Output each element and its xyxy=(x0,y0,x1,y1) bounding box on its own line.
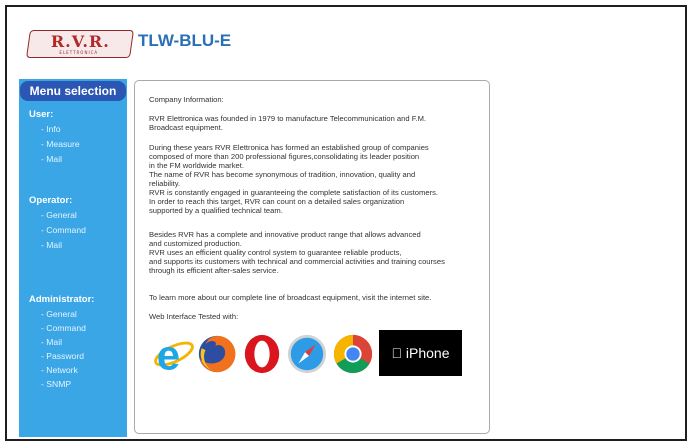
menu-item-operator-command[interactable]: - Command xyxy=(41,225,86,235)
rvr-logo: R.V.R. ELETTRONICA xyxy=(26,30,134,58)
menu-item-operator-mail[interactable]: - Mail xyxy=(41,240,62,250)
menu-item-user-info[interactable]: - Info xyxy=(41,124,61,134)
sidebar-menu: Menu selection User: - Info - Measure - … xyxy=(19,79,127,437)
paragraph-learn-more: To learn more about our complete line of… xyxy=(149,293,432,302)
apple-icon:  xyxy=(392,345,403,361)
chrome-icon xyxy=(333,334,373,374)
iphone-label: iPhone xyxy=(398,345,450,361)
logo-subtext: ELETTRONICA xyxy=(59,50,99,55)
iphone-badge:  iPhone xyxy=(379,330,462,376)
menu-item-user-measure[interactable]: - Measure xyxy=(41,139,80,149)
menu-item-admin-general[interactable]: - General xyxy=(41,309,77,319)
page-header: R.V.R. ELETTRONICA TLW-BLU-E xyxy=(24,28,324,64)
page-title: TLW-BLU-E xyxy=(138,31,232,50)
menu-item-admin-password[interactable]: - Password xyxy=(41,351,84,361)
section-administrator: Administrator: xyxy=(29,294,95,305)
logo-text: R.V.R. xyxy=(50,32,110,51)
menu-title: Menu selection xyxy=(20,81,126,101)
menu-item-operator-general[interactable]: - General xyxy=(41,210,77,220)
menu-item-admin-command[interactable]: - Command xyxy=(41,323,86,333)
svg-text:e: e xyxy=(157,333,180,375)
menu-item-admin-snmp[interactable]: - SNMP xyxy=(41,379,71,389)
paragraph-founded: RVR Elettronica was founded in 1979 to m… xyxy=(149,114,427,132)
section-operator: Operator: xyxy=(29,195,73,206)
content-panel: Company Information: RVR Elettronica was… xyxy=(134,80,490,434)
paragraph-history: During these years RVR Elettronica has f… xyxy=(149,143,439,215)
firefox-icon xyxy=(198,335,236,373)
menu-item-admin-mail[interactable]: - Mail xyxy=(41,337,62,347)
section-user: User: xyxy=(29,109,54,120)
menu-item-user-mail[interactable]: - Mail xyxy=(41,154,62,164)
opera-icon xyxy=(244,334,280,374)
internet-explorer-icon: e xyxy=(154,333,194,375)
menu-item-admin-network[interactable]: - Network xyxy=(41,365,78,375)
tested-with-label: Web Interface Tested with: xyxy=(149,312,239,321)
company-info-heading: Company Information: xyxy=(149,95,224,104)
safari-icon xyxy=(287,334,327,374)
paragraph-products: Besides RVR has a complete and innovativ… xyxy=(149,230,445,275)
